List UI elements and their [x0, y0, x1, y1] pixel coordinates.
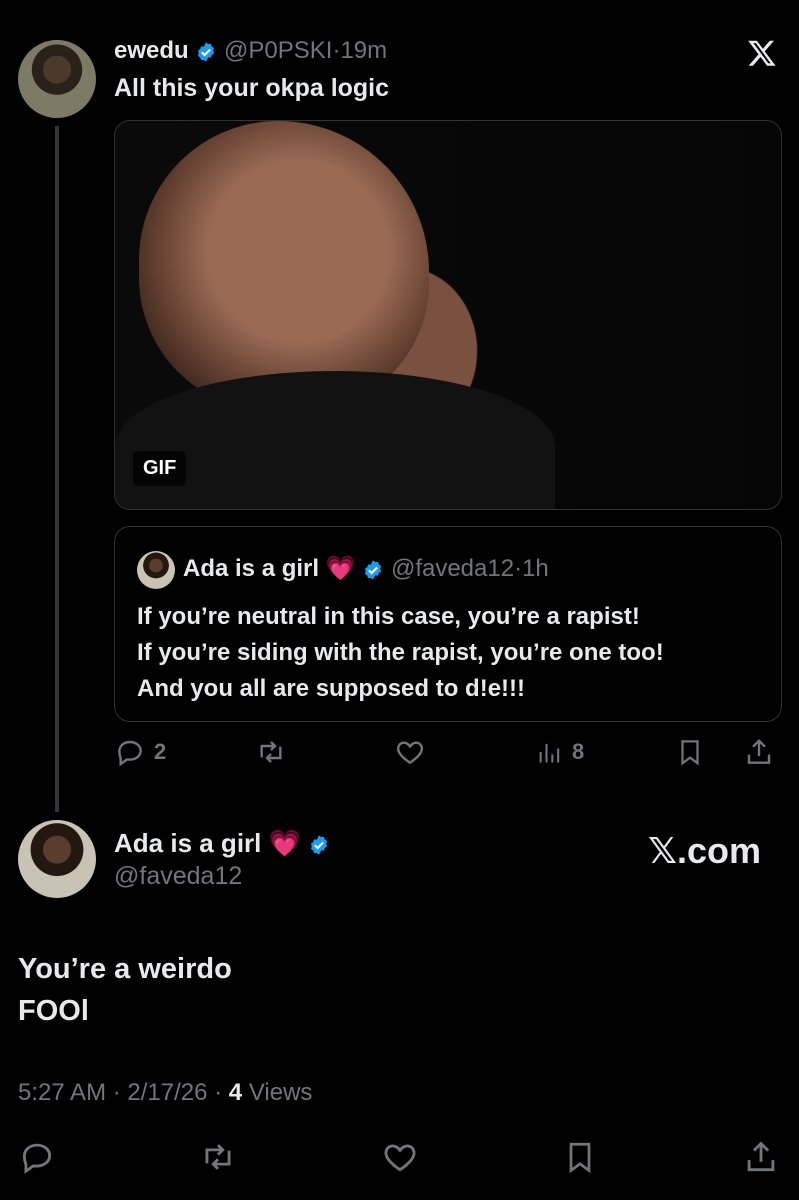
timestamp-row: 5:27 AM · 2/17/26 · 4 Views — [18, 1077, 312, 1109]
analytics-icon — [539, 743, 560, 763]
quote-handle: @faveda12 — [390, 555, 515, 582]
quote-line-2: If you’re siding with the rapist, you’re… — [137, 639, 664, 666]
x-com-watermark: 𝕏.com — [648, 830, 762, 871]
x-logo-icon[interactable] — [746, 38, 778, 68]
bottom-repost-button[interactable] — [198, 1138, 238, 1181]
bottom-like-button[interactable] — [380, 1138, 420, 1181]
gif-badge: GIF — [133, 451, 187, 486]
avatar-ada[interactable] — [18, 820, 96, 898]
thread-line — [55, 126, 59, 812]
repost-icon — [260, 741, 282, 763]
quote-header: Ada is a girl 💗 @faveda12·1h — [183, 553, 549, 585]
main-author-handle[interactable]: @faveda12 — [114, 860, 242, 892]
author-handle[interactable]: @P0PSKI — [224, 37, 332, 64]
quote-line-1: If you’re neutral in this case, you’re a… — [137, 603, 640, 630]
reply-button[interactable]: 2 — [114, 736, 166, 768]
quote-line-3: And you all are supposed to d!e!!! — [137, 675, 526, 702]
gif-figure-head — [139, 121, 429, 411]
reply-count: 2 — [154, 739, 167, 764]
reply-text: All this your okpa logic — [114, 74, 390, 102]
verified-badge-icon — [198, 42, 215, 62]
repost-icon — [205, 1144, 231, 1170]
bottom-reply-button[interactable] — [18, 1138, 56, 1181]
main-text-line-2: FOOl — [18, 995, 89, 1027]
main-author-row: Ada is a girl 💗 — [114, 826, 330, 860]
like-button[interactable] — [393, 736, 427, 768]
quote-body: If you’re neutral in this case, you’re a… — [137, 599, 664, 707]
gif-figure-body — [115, 371, 555, 509]
views-label: Views — [248, 1079, 313, 1106]
avatar-ewedu[interactable] — [18, 40, 96, 118]
quote-time: 1h — [522, 555, 549, 582]
bookmark-icon — [681, 740, 699, 766]
share-button[interactable] — [743, 736, 775, 768]
views-count: 8 — [572, 739, 585, 764]
quote-avatar — [137, 551, 175, 589]
bookmark-icon — [569, 1142, 591, 1174]
main-author-name[interactable]: Ada is a girl — [114, 828, 261, 858]
reply-icon — [22, 1143, 52, 1175]
share-icon — [747, 1141, 775, 1172]
verified-badge-icon — [365, 560, 382, 580]
heart-emoji: 💗 — [268, 828, 301, 858]
timestamp[interactable]: 5:27 AM · 2/17/26 · — [18, 1079, 229, 1106]
share-icon — [747, 738, 771, 764]
gif-media[interactable]: GIF — [114, 120, 782, 510]
views-button[interactable]: 8 — [536, 736, 584, 768]
tweet-time[interactable]: 19m — [340, 37, 387, 64]
separator: · — [514, 555, 523, 582]
bookmark-button[interactable] — [675, 736, 705, 768]
heart-icon — [384, 1144, 416, 1172]
repost-button[interactable] — [254, 736, 288, 768]
heart-emoji: 💗 — [325, 555, 356, 582]
bottom-bookmark-button[interactable] — [562, 1138, 598, 1181]
heart-icon — [396, 741, 424, 765]
reply-header: ewedu @P0PSKI·19m — [114, 36, 387, 66]
verified-badge-icon — [311, 835, 328, 855]
main-text-line-1: You’re a weirdo — [18, 953, 232, 985]
author-name[interactable]: ewedu — [114, 37, 189, 64]
quoted-tweet[interactable]: Ada is a girl 💗 @faveda12·1h If you’re n… — [114, 526, 782, 722]
bottom-share-button[interactable] — [742, 1138, 780, 1181]
views-count: 4 — [228, 1079, 243, 1106]
quote-author-name: Ada is a girl — [183, 555, 320, 582]
reply-icon — [118, 740, 142, 767]
main-tweet-text: You’re a weirdo FOOl — [18, 948, 232, 1032]
